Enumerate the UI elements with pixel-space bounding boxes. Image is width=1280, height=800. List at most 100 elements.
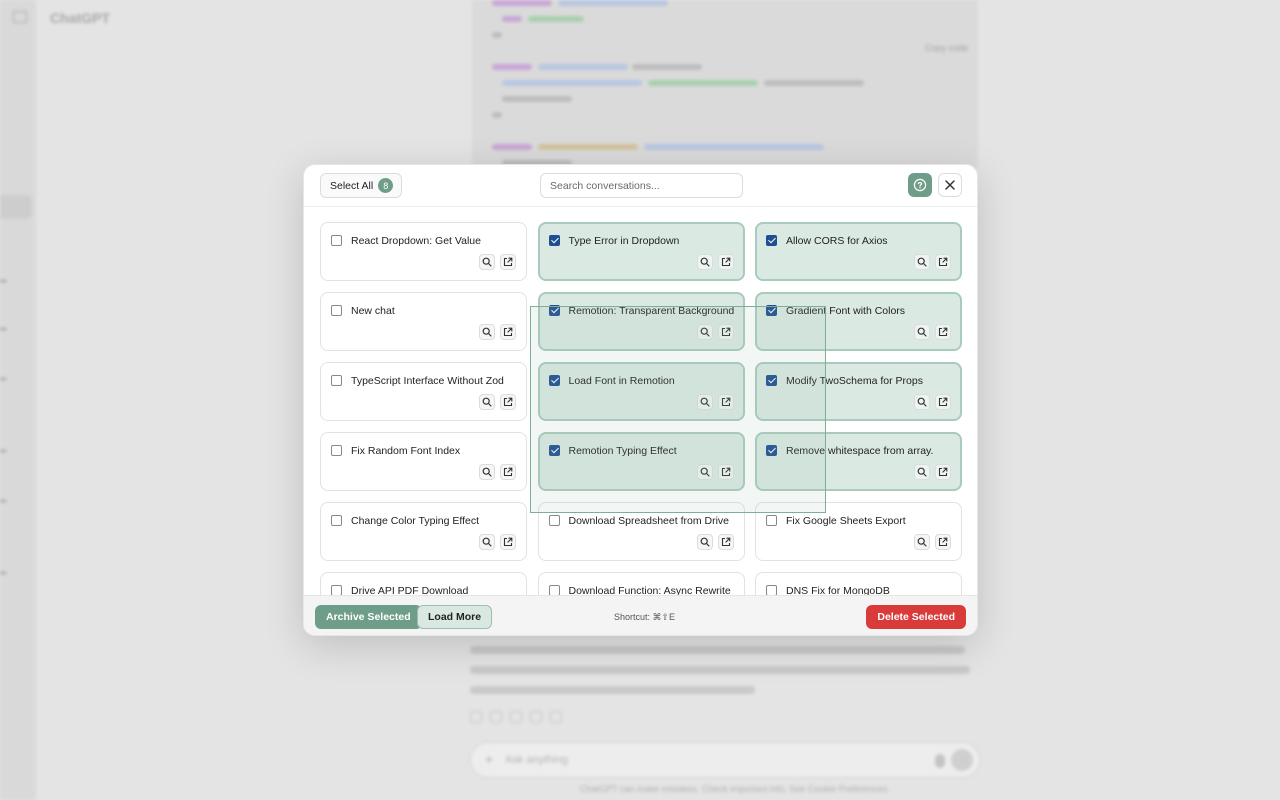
conversation-card[interactable]: React Dropdown: Get Value bbox=[320, 222, 527, 281]
delete-selected-button[interactable]: Delete Selected bbox=[866, 605, 966, 629]
preview-button[interactable] bbox=[696, 254, 713, 270]
conversation-card[interactable]: Drive API PDF Download bbox=[320, 572, 527, 595]
preview-button[interactable] bbox=[696, 324, 713, 340]
conversation-checkbox[interactable] bbox=[766, 305, 777, 316]
conversation-card[interactable]: New chat bbox=[320, 292, 527, 351]
preview-button[interactable] bbox=[479, 464, 495, 480]
preview-button[interactable] bbox=[914, 534, 930, 550]
conversation-title: TypeScript Interface Without Zod bbox=[351, 375, 504, 387]
open-conversation-button[interactable] bbox=[935, 394, 951, 410]
help-button[interactable] bbox=[908, 173, 932, 197]
conversation-title: New chat bbox=[351, 305, 395, 317]
code-block: Copy code bbox=[472, 0, 978, 170]
search-input[interactable] bbox=[540, 173, 743, 198]
conversation-card[interactable]: Download Spreadsheet from Drive bbox=[537, 502, 745, 561]
search-icon bbox=[700, 257, 710, 267]
sidebar bbox=[0, 0, 36, 800]
conversation-title: Fix Random Font Index bbox=[351, 445, 461, 457]
open-conversation-button[interactable] bbox=[500, 464, 516, 480]
conversation-checkbox[interactable] bbox=[331, 305, 342, 316]
conversation-card[interactable]: Remove whitespace from array. bbox=[755, 432, 962, 491]
conversation-card[interactable]: Change Color Typing Effect bbox=[320, 502, 527, 561]
conversation-card[interactable]: Load Font in Remotion bbox=[537, 362, 745, 421]
conversation-checkbox[interactable] bbox=[766, 375, 777, 386]
open-conversation-button[interactable] bbox=[717, 464, 734, 480]
conversation-title: Fix Google Sheets Export bbox=[786, 515, 906, 527]
external-link-icon bbox=[938, 257, 948, 267]
preview-button[interactable] bbox=[914, 324, 930, 340]
sidebar-item bbox=[0, 378, 6, 380]
conversation-checkbox[interactable] bbox=[331, 445, 342, 456]
preview-button[interactable] bbox=[479, 394, 495, 410]
conversation-card[interactable]: Remotion Typing Effect bbox=[537, 432, 745, 491]
search-icon bbox=[917, 327, 927, 337]
message-actions bbox=[470, 710, 600, 723]
preview-button[interactable] bbox=[914, 254, 930, 270]
conversation-checkbox[interactable] bbox=[331, 515, 342, 526]
open-conversation-button[interactable] bbox=[935, 464, 951, 480]
search-icon bbox=[700, 467, 710, 477]
preview-button[interactable] bbox=[696, 464, 713, 480]
open-conversation-button[interactable] bbox=[717, 394, 734, 410]
conversation-card[interactable]: Fix Google Sheets Export bbox=[755, 502, 962, 561]
composer-placeholder: Ask anything bbox=[505, 754, 568, 766]
conversation-card[interactable]: Remotion: Transparent Background bbox=[537, 292, 745, 351]
open-conversation-button[interactable] bbox=[717, 254, 734, 270]
conversation-checkbox[interactable] bbox=[548, 445, 560, 456]
close-button[interactable] bbox=[938, 173, 962, 197]
search-icon bbox=[700, 397, 710, 407]
conversation-checkbox[interactable] bbox=[548, 515, 560, 526]
external-link-icon bbox=[938, 397, 948, 407]
external-link-icon bbox=[503, 257, 513, 267]
mic-icon bbox=[935, 754, 945, 768]
preview-button[interactable] bbox=[479, 254, 495, 270]
preview-button[interactable] bbox=[914, 394, 930, 410]
conversation-checkbox[interactable] bbox=[766, 235, 777, 246]
open-conversation-button[interactable] bbox=[935, 324, 951, 340]
conversation-checkbox[interactable] bbox=[548, 375, 560, 386]
conversation-checkbox[interactable] bbox=[331, 585, 342, 595]
conversation-checkbox[interactable] bbox=[766, 445, 777, 456]
conversation-checkbox[interactable] bbox=[548, 585, 560, 595]
conversation-card[interactable]: DNS Fix for MongoDB bbox=[755, 572, 962, 595]
open-conversation-button[interactable] bbox=[717, 324, 734, 340]
conversation-card[interactable]: Gradient Font with Colors bbox=[755, 292, 962, 351]
search-icon bbox=[917, 257, 927, 267]
external-link-icon bbox=[721, 397, 730, 407]
preview-button[interactable] bbox=[914, 464, 930, 480]
open-conversation-button[interactable] bbox=[500, 534, 516, 550]
open-conversation-button[interactable] bbox=[935, 534, 951, 550]
conversation-checkbox[interactable] bbox=[548, 305, 560, 316]
external-link-icon bbox=[721, 467, 730, 477]
open-conversation-button[interactable] bbox=[717, 534, 734, 550]
select-all-button[interactable]: Select All 8 bbox=[320, 173, 403, 198]
sidebar-item bbox=[0, 450, 6, 452]
preview-button[interactable] bbox=[696, 534, 713, 550]
conversation-card[interactable]: TypeScript Interface Without Zod bbox=[320, 362, 527, 421]
open-conversation-button[interactable] bbox=[500, 324, 516, 340]
open-conversation-button[interactable] bbox=[935, 254, 951, 270]
conversation-card[interactable]: Type Error in Dropdown bbox=[537, 222, 745, 281]
preview-button[interactable] bbox=[479, 324, 495, 340]
preview-button[interactable] bbox=[696, 394, 713, 410]
conversation-title: Drive API PDF Download bbox=[351, 585, 469, 595]
external-link-icon bbox=[721, 257, 730, 267]
conversation-card[interactable]: Download Function: Async Rewrite bbox=[537, 572, 745, 595]
conversation-checkbox[interactable] bbox=[331, 375, 342, 386]
external-link-icon bbox=[721, 327, 730, 337]
open-conversation-button[interactable] bbox=[500, 254, 516, 270]
conversation-card[interactable]: Modify TwoSchema for Props bbox=[755, 362, 962, 421]
conversation-title: Allow CORS for Axios bbox=[786, 235, 888, 247]
preview-button[interactable] bbox=[479, 534, 495, 550]
conversation-card[interactable]: Allow CORS for Axios bbox=[755, 222, 962, 281]
conversation-title: Modify TwoSchema for Props bbox=[786, 375, 923, 387]
load-more-button[interactable]: Load More bbox=[417, 605, 493, 629]
conversation-checkbox[interactable] bbox=[766, 585, 777, 595]
conversation-checkbox[interactable] bbox=[331, 235, 342, 246]
close-icon bbox=[945, 180, 955, 190]
open-conversation-button[interactable] bbox=[500, 394, 516, 410]
conversation-checkbox[interactable] bbox=[766, 515, 777, 526]
conversation-checkbox[interactable] bbox=[548, 235, 560, 246]
archive-selected-button[interactable]: Archive Selected bbox=[315, 605, 422, 629]
conversation-card[interactable]: Fix Random Font Index bbox=[320, 432, 527, 491]
